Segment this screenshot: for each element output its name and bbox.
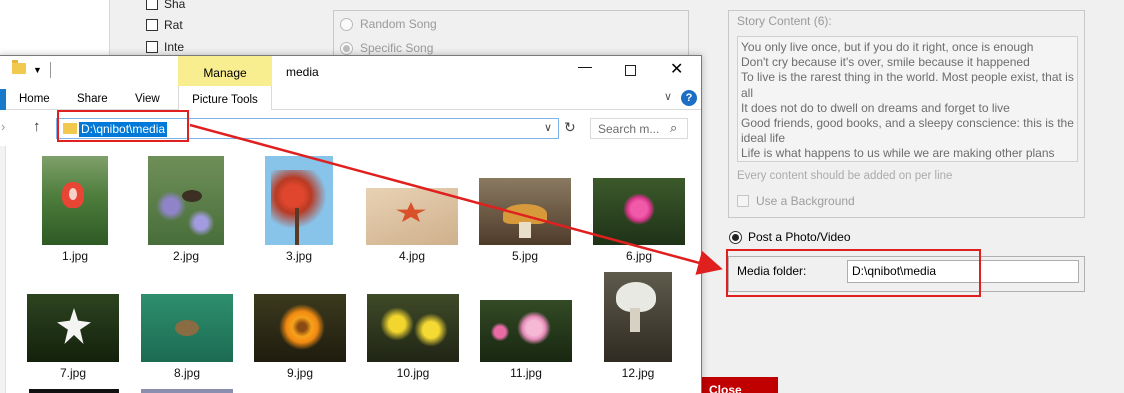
file-item-3[interactable]: 3.jpg [265,156,333,266]
use-background-label: Use a Background [756,194,855,208]
thumbnail-image [593,178,685,245]
back-arrow-icon[interactable]: › [1,119,5,134]
checkbox-box[interactable] [146,19,158,31]
thumbnail-image [141,389,233,393]
checkbox-box[interactable] [146,0,158,10]
window-title: media [286,65,319,79]
file-name: 10.jpg [396,366,430,380]
story-line: Good friends, good books, and a sleepy c… [741,116,1074,146]
story-line: You only live once, but if you do it rig… [741,40,1034,54]
tab-view[interactable]: View [135,93,160,105]
radio-label: Random Song [360,17,437,31]
file-item-11[interactable]: 11.jpg [480,294,572,384]
story-line: To live is the rarest thing in the world… [741,70,1074,100]
file-name: 12.jpg [621,366,655,380]
checkbox-label: Sha [164,0,186,11]
file-name: 4.jpg [398,249,426,263]
file-name: 8.jpg [173,366,201,380]
thumbnail-image [29,389,119,393]
checkbox-share[interactable]: Sha [146,0,306,12]
radio-label: Specific Song [360,41,434,55]
checkbox-box[interactable] [146,41,158,53]
file-item-5[interactable]: 5.jpg [479,156,571,266]
file-item-9[interactable]: 9.jpg [254,294,346,384]
thumbnail-image [141,294,233,362]
file-name: 3.jpg [285,249,313,263]
navigation-pane-edge [0,146,6,393]
file-name: 5.jpg [511,249,539,263]
checkbox-box[interactable] [737,195,749,207]
story-textarea[interactable]: You only live once, but if you do it rig… [737,36,1078,162]
thumbnail-image [148,156,224,245]
thumbnail-image [479,178,571,245]
file-name: 11.jpg [510,366,542,380]
file-item-4[interactable]: 4.jpg [366,156,458,266]
file-item-1[interactable]: 1.jpg [40,156,110,266]
checkbox-label: Inte [164,40,185,54]
checkbox-interval[interactable]: Inte [146,39,306,55]
close-button[interactable]: Close [700,377,778,393]
file-name: 6.jpg [625,249,653,263]
file-name: 2.jpg [172,249,200,263]
maximize-icon[interactable] [625,65,636,76]
radio-circle[interactable] [340,41,353,55]
tab-share[interactable]: Share [77,93,108,105]
file-item-10[interactable]: 10.jpg [367,294,459,384]
folder-icon [12,60,26,74]
file-item-7[interactable]: 7.jpg [27,294,119,384]
radio-circle[interactable] [340,17,353,31]
thumbnail-image [27,294,119,362]
thumbnail-image [366,188,458,245]
quick-access-dropdown-icon[interactable]: ▼ [33,65,42,75]
file-item-6[interactable]: 6.jpg [593,156,685,266]
tab-manage[interactable]: Manage [178,56,272,86]
thumbnail-image [254,294,346,362]
file-name: 1.jpg [61,249,89,263]
story-line: It does not do to dwell on dreams and fo… [741,100,1010,115]
tab-picture-tools[interactable]: Picture Tools [178,86,272,110]
file-item-8[interactable]: 8.jpg [141,294,233,384]
search-input[interactable]: Search m... ⌕ [590,118,688,139]
file-item-12[interactable]: 12.jpg [604,272,672,384]
help-icon[interactable]: ? [681,90,697,106]
refresh-icon[interactable]: ↻ [564,119,576,136]
divider [50,62,51,78]
tab-home[interactable]: Home [19,93,50,105]
radio-random-song[interactable]: Random Song [340,17,437,31]
radio-post-photo[interactable]: Post a Photo/Video [729,230,851,244]
checkbox-label: Rat [164,18,183,32]
search-placeholder: Search m... [598,122,660,136]
chevron-down-icon[interactable]: ∨ [544,121,552,134]
minimize-icon[interactable]: — [578,58,592,74]
checkbox-rate[interactable]: Rat [146,17,306,33]
story-line: Don't cry because it's over, smile becau… [741,55,1030,70]
thumbnail-image [42,156,108,245]
radio-label: Post a Photo/Video [748,230,851,244]
up-arrow-icon[interactable]: ↑ [33,118,41,135]
thumbnail-image [265,156,333,245]
file-name: 9.jpg [286,366,314,380]
highlight-box-media-folder [726,249,981,297]
close-icon[interactable]: ✕ [670,59,683,79]
file-item-2[interactable]: 2.jpg [148,156,224,266]
story-title: Story Content (6): [737,14,832,28]
radio-specific-song[interactable]: Specific Song [340,41,433,55]
use-background-checkbox[interactable]: Use a Background [737,194,855,208]
file-name: 7.jpg [59,366,87,380]
thumbnail-image [480,300,572,362]
tab-file[interactable] [0,89,6,110]
ribbon-tabs: Home Share View Picture Tools ∨ ? [0,86,701,110]
title-bar[interactable]: ▼ Manage media — ✕ [0,56,701,86]
chevron-down-icon[interactable]: ∨ [664,90,672,103]
highlight-box-address [57,110,189,142]
story-line: Life is what happens to us while we are … [741,146,1055,161]
story-hint: Every content should be added on per lin… [737,170,953,182]
thumbnail-image [367,294,459,362]
thumbnail-image [604,272,672,362]
search-icon[interactable]: ⌕ [670,120,677,136]
file-explorer-window: ▼ Manage media — ✕ Home Share View Pictu… [0,55,702,393]
radio-circle[interactable] [729,230,742,244]
left-panel [0,0,110,60]
